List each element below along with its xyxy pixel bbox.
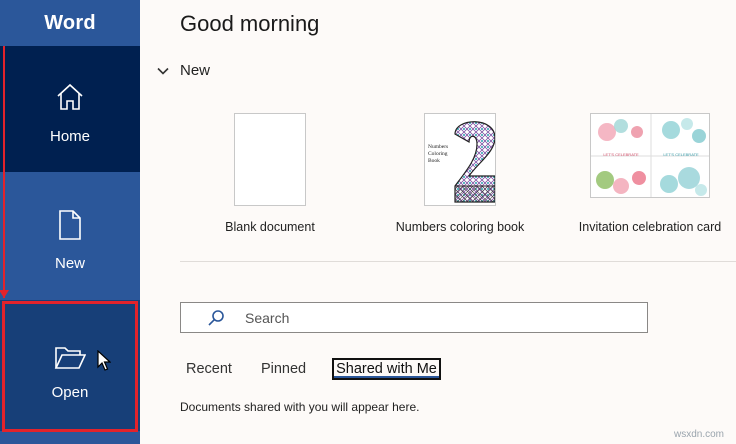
search-box[interactable]: [180, 302, 648, 333]
app-title: Word: [44, 11, 96, 34]
thumb-text: Book: [428, 158, 440, 164]
home-icon: [55, 80, 85, 112]
new-document-icon: [58, 208, 82, 240]
thumb-text: LET'S CELEBRATE: [603, 152, 639, 157]
template-name: Blank document: [225, 220, 315, 234]
section-divider: [180, 261, 736, 262]
sidebar-item-label: Home: [49, 128, 90, 145]
tab-recent[interactable]: Recent: [183, 359, 235, 379]
sidebar-item-label: New: [54, 255, 85, 272]
template-thumbnail: [234, 113, 306, 206]
watermark: wsxdn.com: [673, 429, 724, 440]
thumb-text: LET'S CELEBRATE: [663, 152, 699, 157]
annotation-arrow-icon: [0, 290, 9, 298]
search-icon: [208, 309, 224, 326]
sidebar-item-new[interactable]: New: [0, 172, 140, 300]
annotation-highlight-box: [2, 301, 138, 432]
thumb-text: Coloring: [428, 151, 448, 157]
template-name: Invitation celebration card: [578, 220, 722, 234]
tab-pinned[interactable]: Pinned: [258, 359, 309, 379]
new-section-toggle[interactable]: New: [156, 62, 210, 79]
sidebar: Word Home New Open: [0, 0, 140, 444]
template-thumbnail: Numbers Coloring Book: [424, 113, 496, 206]
template-numbers-coloring-book[interactable]: Numbers Coloring Book Numbers coloring b…: [390, 113, 530, 234]
tab-shared-with-me[interactable]: Shared with Me: [332, 358, 441, 380]
template-blank-document[interactable]: Blank document: [200, 113, 340, 234]
empty-state-message: Documents shared with you will appear he…: [180, 400, 420, 414]
chevron-down-icon: [157, 67, 169, 75]
search-input[interactable]: [245, 309, 625, 326]
section-label: New: [180, 62, 211, 79]
thumb-text: Numbers: [428, 144, 449, 150]
annotation-line: [3, 46, 5, 298]
page-title: Good morning: [180, 11, 320, 36]
template-invitation-celebration-card[interactable]: LET'S CELEBRATE LET'S CELEBRATE Invitati…: [575, 113, 725, 234]
template-thumbnail: LET'S CELEBRATE LET'S CELEBRATE: [590, 113, 710, 198]
mouse-cursor-icon: [97, 350, 111, 371]
template-name: Numbers coloring book: [395, 220, 525, 234]
document-tabs: Recent Pinned Shared with Me: [180, 356, 461, 382]
sidebar-item-home[interactable]: Home: [0, 46, 140, 172]
